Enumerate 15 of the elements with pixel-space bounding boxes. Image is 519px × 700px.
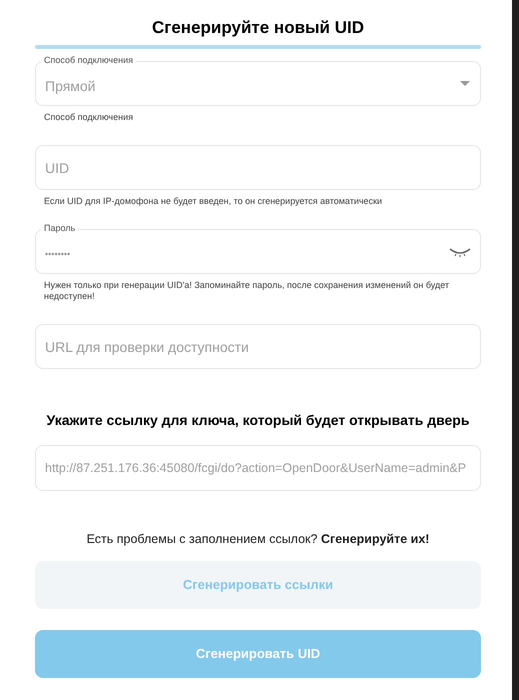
input-field[interactable]: URL для проверки доступности [36, 325, 480, 368]
helper-text: Нужен только при генерации UID'a! Запоминайте пароль, после сохранения изменений он будет недоступен! [43, 280, 450, 302]
generate-uid-button[interactable]: Сгенерировать UID [35, 630, 481, 678]
field-label: Пароль [41, 223, 78, 234]
dialog-title: Сгенерируйте новый UID [150, 17, 365, 39]
generate-links-button[interactable]: Сгенерировать ссылки [35, 561, 481, 609]
dropdown-caret-icon [460, 81, 470, 86]
helper-text: Способ подключения [43, 112, 134, 123]
closed-eye-icon[interactable] [449, 246, 471, 258]
section-heading: Укажите ссылку для ключа, который будет открывать дверь [46, 411, 470, 429]
input-field[interactable]: http://87.251.176.36:45080/fcgi/do?action=OpenDoor&UserName=admin&P [35, 445, 481, 491]
field-label: Способ подключения [41, 55, 136, 66]
hint-text: Есть проблемы с заполнением ссылок? Сгенерируйте их! [86, 531, 430, 547]
input-field[interactable]: UID [36, 146, 480, 189]
helper-text: Если UID для IP-домофона не будет введен, то он сгенерируется автоматически [43, 196, 384, 207]
